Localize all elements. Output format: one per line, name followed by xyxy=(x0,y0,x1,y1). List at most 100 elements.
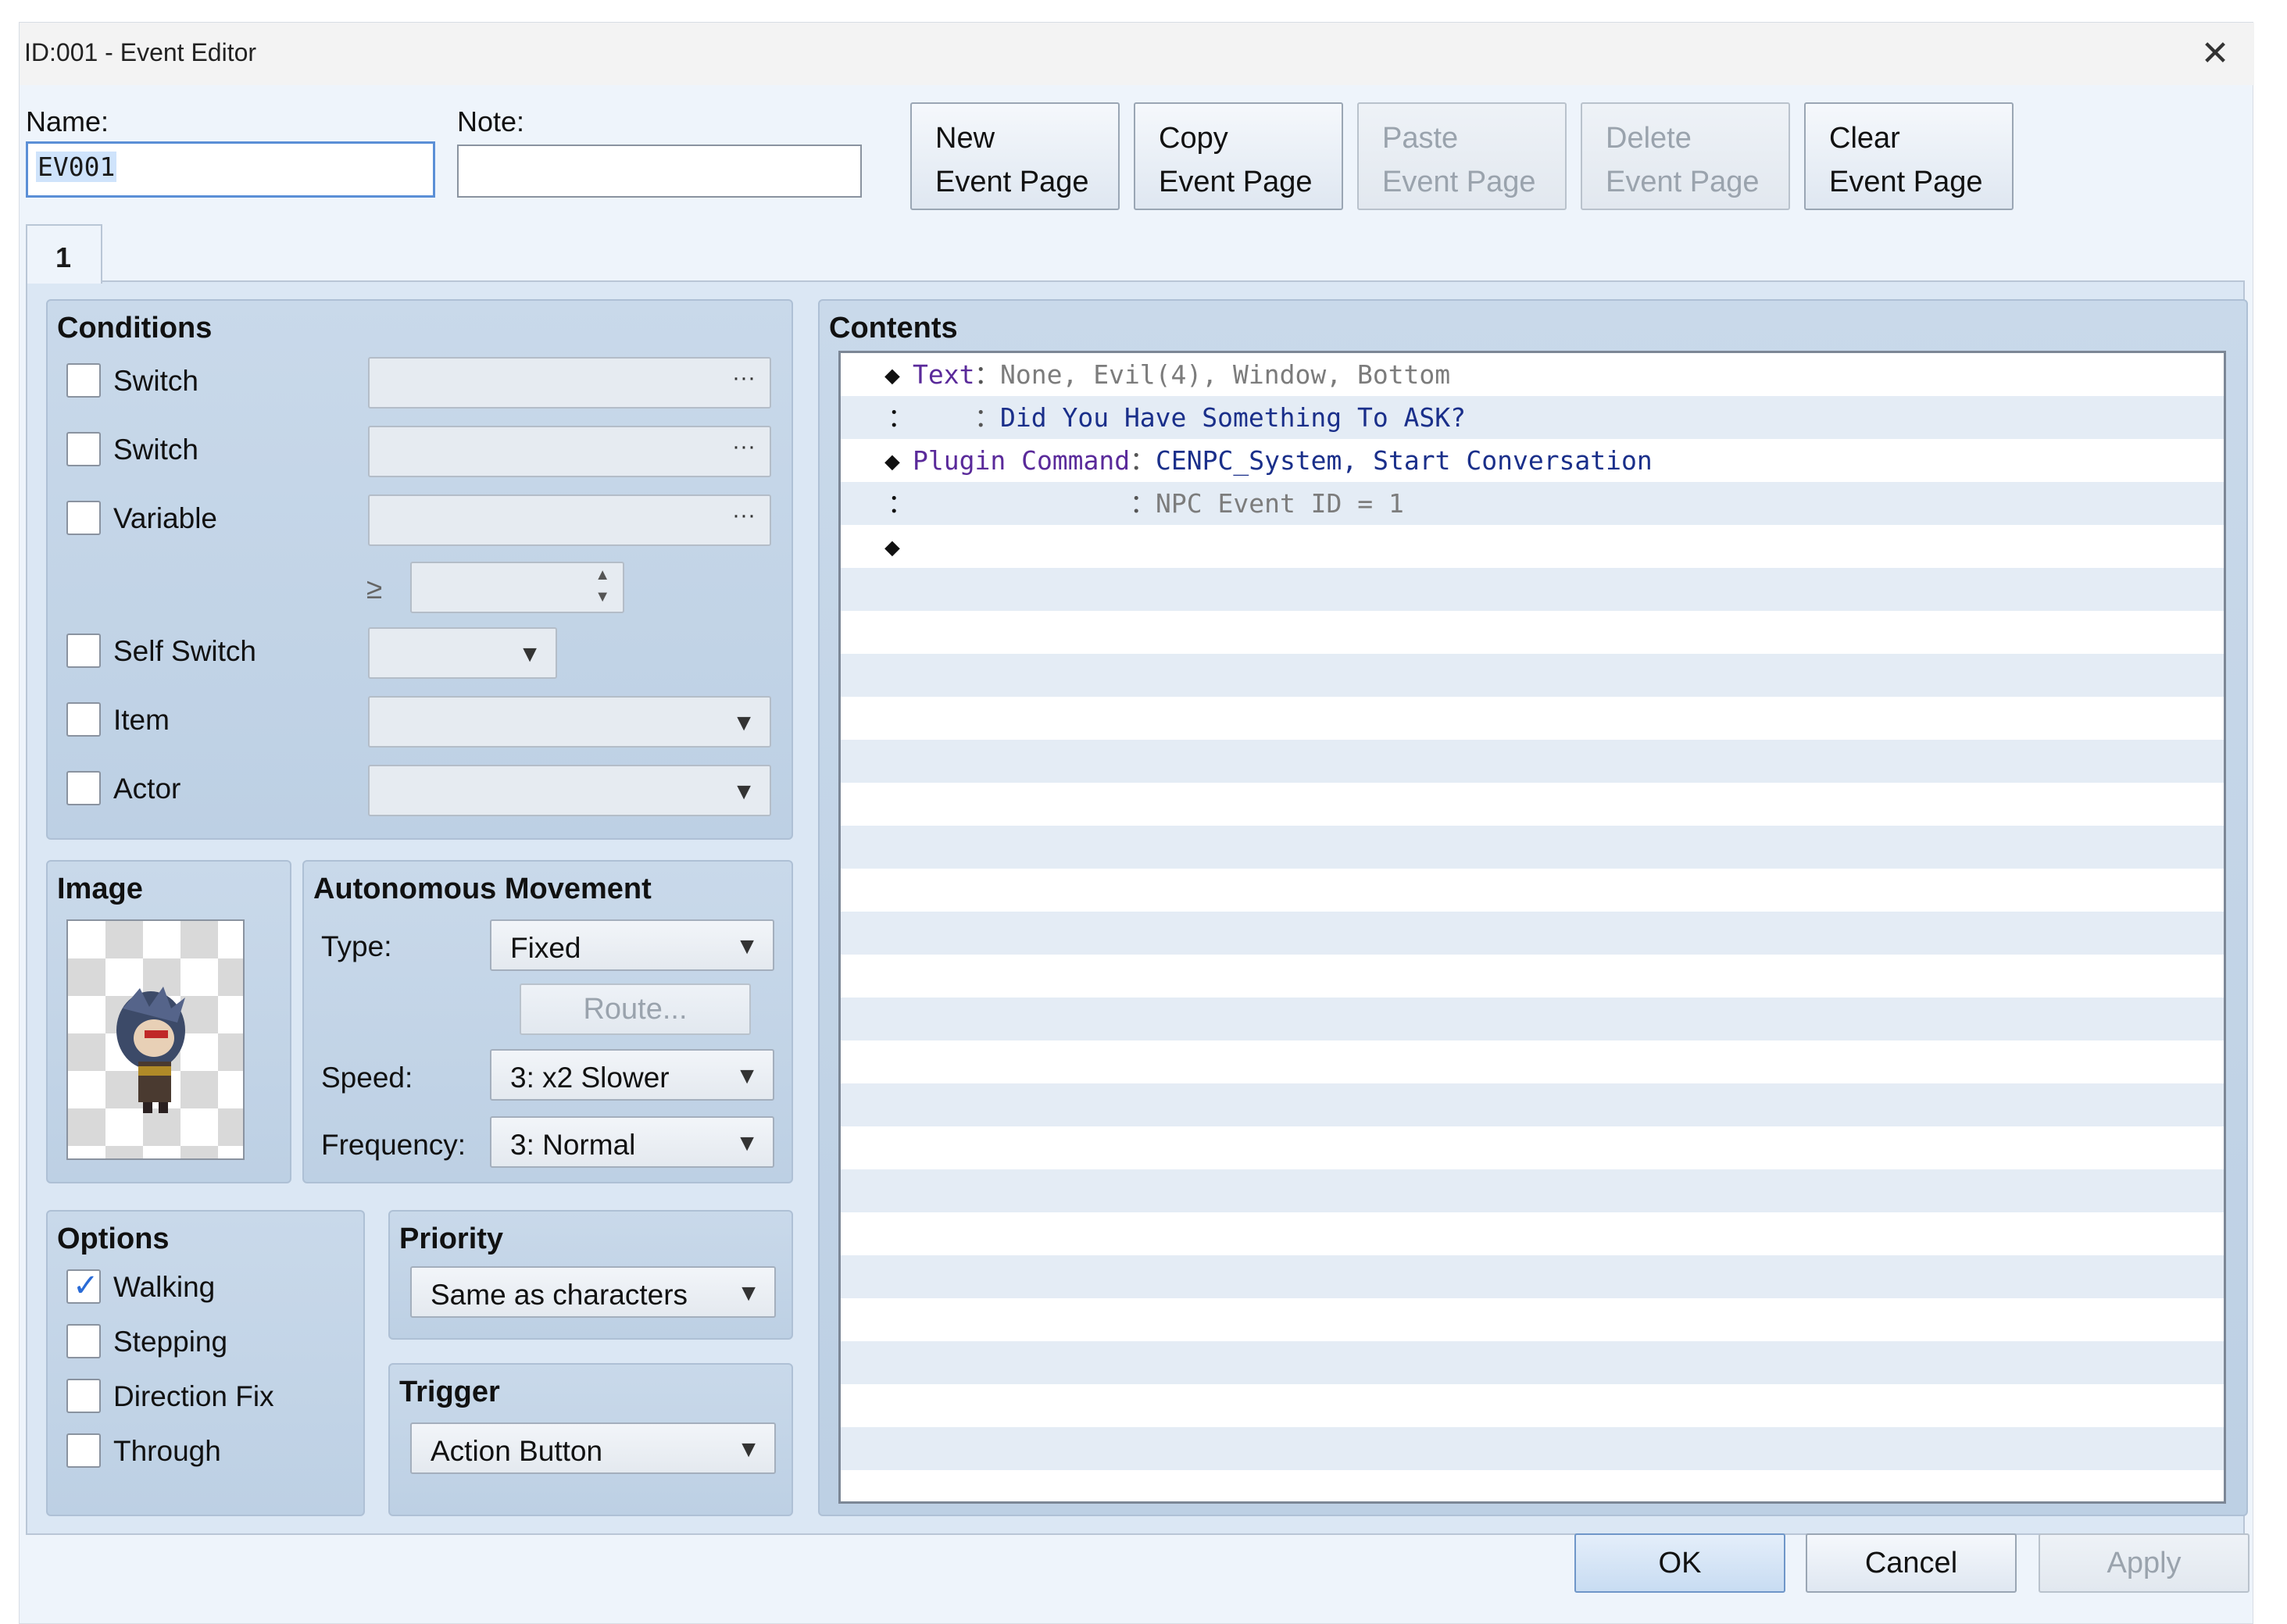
command-row[interactable]: ◆ Plugin Command： CENPC_System, Start Conv… xyxy=(841,439,2224,482)
variable-value-stepper[interactable]: ▲ ▼ xyxy=(410,562,624,613)
self-switch-checkbox[interactable] xyxy=(66,634,101,668)
command-name: Text xyxy=(913,359,975,390)
character-sprite-icon xyxy=(116,987,185,1113)
cancel-button[interactable]: Cancel xyxy=(1806,1533,2017,1593)
chevron-down-icon: ▼ xyxy=(732,710,756,736)
item-checkbox[interactable] xyxy=(66,702,101,737)
button-line2: Event Page xyxy=(1606,166,1760,198)
command-row[interactable] xyxy=(841,955,2224,998)
direction-fix-label: Direction Fix xyxy=(113,1380,274,1412)
command-row[interactable] xyxy=(841,1341,2224,1384)
switch2-selector[interactable]: ··· xyxy=(368,426,771,477)
options-group: Options ✓ Walking Stepping Direction Fix… xyxy=(46,1210,365,1516)
through-checkbox[interactable] xyxy=(66,1433,101,1468)
command-row[interactable] xyxy=(841,1427,2224,1470)
continuation-marker: ： xyxy=(888,402,913,433)
command-row[interactable] xyxy=(841,1040,2224,1083)
switch1-checkbox[interactable] xyxy=(66,363,101,398)
button-line2: Event Page xyxy=(935,166,1089,198)
trigger-select[interactable]: Action Button ▼ xyxy=(410,1422,776,1474)
character-sprite-image[interactable] xyxy=(66,919,245,1160)
clear-event-page-button[interactable]: Clear Event Page xyxy=(1804,102,2014,210)
variable-selector[interactable]: ··· xyxy=(368,494,771,546)
switch2-checkbox[interactable] xyxy=(66,432,101,466)
priority-select[interactable]: Same as characters ▼ xyxy=(410,1266,776,1318)
variable-checkbox[interactable] xyxy=(66,501,101,535)
command-row[interactable]: ：： Did You Have Something To ASK? xyxy=(841,396,2224,439)
command-row[interactable] xyxy=(841,697,2224,740)
stepping-checkbox[interactable] xyxy=(66,1324,101,1358)
command-row[interactable] xyxy=(841,912,2224,955)
command-row[interactable]: ◆ xyxy=(841,525,2224,568)
switch1-selector[interactable]: ··· xyxy=(368,357,771,409)
command-row[interactable] xyxy=(841,1083,2224,1126)
command-row[interactable] xyxy=(841,1126,2224,1169)
stepping-label: Stepping xyxy=(113,1326,228,1358)
command-row[interactable] xyxy=(841,1169,2224,1212)
through-label: Through xyxy=(113,1435,221,1467)
actor-checkbox[interactable] xyxy=(66,771,101,805)
note-input[interactable] xyxy=(457,145,862,198)
command-row[interactable] xyxy=(841,1384,2224,1427)
chevron-down-icon: ▼ xyxy=(732,779,756,805)
route-button[interactable]: Route... xyxy=(520,983,751,1035)
copy-event-page-button[interactable]: Copy Event Page xyxy=(1134,102,1343,210)
delete-event-page-button[interactable]: Delete Event Page xyxy=(1581,102,1790,210)
command-row[interactable] xyxy=(841,1298,2224,1341)
command-row[interactable] xyxy=(841,998,2224,1040)
command-arguments: NPC Event ID = 1 xyxy=(1156,488,1404,519)
item-select[interactable]: ▼ xyxy=(368,696,771,748)
chevron-down-icon: ▼ xyxy=(735,933,759,959)
command-row[interactable] xyxy=(841,568,2224,611)
command-row[interactable] xyxy=(841,611,2224,654)
movement-speed-select[interactable]: 3: x2 Slower ▼ xyxy=(490,1049,774,1101)
ok-button[interactable]: OK xyxy=(1574,1533,1785,1593)
command-row[interactable]: ：： NPC Event ID = 1 xyxy=(841,482,2224,525)
trigger-group: Trigger Action Button ▼ xyxy=(388,1363,793,1516)
event-command-list[interactable]: ◆ Text： None, Evil(4), Window, Bottom：： Did… xyxy=(838,351,2226,1504)
command-row[interactable] xyxy=(841,1255,2224,1298)
button-line1: Clear xyxy=(1829,122,1900,155)
button-line1: New xyxy=(935,122,995,155)
walking-checkbox[interactable]: ✓ xyxy=(66,1269,101,1304)
movement-type-select[interactable]: Fixed ▼ xyxy=(490,919,774,971)
chevron-down-icon: ▼ xyxy=(518,641,541,667)
actor-label: Actor xyxy=(113,773,181,805)
command-row[interactable] xyxy=(841,869,2224,912)
tab-page-1[interactable]: 1 xyxy=(26,224,102,284)
trigger-value: Action Button xyxy=(431,1435,603,1467)
button-line1: Delete xyxy=(1606,122,1692,155)
paste-event-page-button[interactable]: Paste Event Page xyxy=(1357,102,1567,210)
apply-button[interactable]: Apply xyxy=(2039,1533,2249,1593)
command-arguments: None, Evil(4), Window, Bottom xyxy=(1000,359,1451,390)
new-event-page-button[interactable]: New Event Page xyxy=(910,102,1120,210)
button-line2: Event Page xyxy=(1829,166,1983,198)
command-row[interactable] xyxy=(841,783,2224,826)
movement-frequency-select[interactable]: 3: Normal ▼ xyxy=(490,1116,774,1168)
command-row[interactable] xyxy=(841,1212,2224,1255)
direction-fix-checkbox[interactable] xyxy=(66,1379,101,1413)
spin-up-icon[interactable]: ▲ xyxy=(595,566,610,584)
command-separator: ： xyxy=(974,402,1000,433)
contents-title: Contents xyxy=(829,312,958,344)
trigger-title: Trigger xyxy=(399,1376,500,1408)
actor-select[interactable]: ▼ xyxy=(368,765,771,816)
button-line2: Event Page xyxy=(1159,166,1313,198)
name-input[interactable]: EV001 xyxy=(26,141,435,198)
priority-title: Priority xyxy=(399,1222,504,1255)
command-separator: ： xyxy=(974,359,1000,390)
command-diamond-icon: ◆ xyxy=(884,359,900,390)
command-name: Plugin Command xyxy=(913,445,1131,476)
command-row[interactable] xyxy=(841,1470,2224,1501)
spin-down-icon[interactable]: ▼ xyxy=(595,588,610,606)
walking-label: Walking xyxy=(113,1271,216,1303)
self-switch-label: Self Switch xyxy=(113,635,257,667)
close-icon[interactable]: ✕ xyxy=(2192,30,2239,77)
window-title: ID:001 - Event Editor xyxy=(24,38,257,66)
command-row[interactable]: ◆ Text： None, Evil(4), Window, Bottom xyxy=(841,353,2224,396)
command-row[interactable] xyxy=(841,826,2224,869)
command-row[interactable] xyxy=(841,654,2224,697)
variable-label: Variable xyxy=(113,502,218,534)
self-switch-select[interactable]: ▼ xyxy=(368,627,557,679)
command-row[interactable] xyxy=(841,740,2224,783)
